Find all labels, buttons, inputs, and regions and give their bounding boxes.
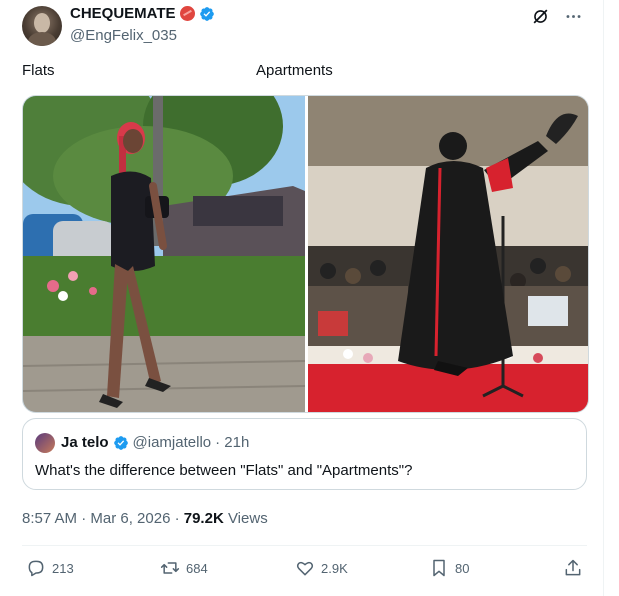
quoted-text: What's the difference between "Flats" an…: [35, 462, 413, 479]
ball-emoji-icon: [179, 6, 195, 21]
repost-button[interactable]: 684: [160, 558, 208, 578]
quoted-name[interactable]: Ja telo: [61, 434, 109, 451]
author-name-row: CHEQUEMATE: [70, 5, 215, 22]
share-icon: [565, 559, 581, 576]
divider: [22, 545, 587, 546]
quoted-avatar[interactable]: [35, 433, 55, 453]
photo-apartments[interactable]: [308, 96, 588, 412]
quoted-header: Ja telo @iamjatello · 21h: [61, 434, 249, 451]
reply-count: 213: [52, 560, 74, 576]
author-avatar[interactable]: [22, 6, 62, 46]
bookmark-count: 80: [455, 560, 470, 576]
author-name[interactable]: CHEQUEMATE: [70, 5, 176, 22]
author-handle[interactable]: @EngFelix_035: [70, 27, 177, 44]
like-icon: [296, 561, 314, 576]
verified-badge-icon: [113, 435, 128, 450]
bookmark-button[interactable]: 80: [429, 558, 469, 578]
media-grid: [22, 95, 589, 413]
grok-icon[interactable]: [531, 7, 550, 26]
quoted-handle[interactable]: @iamjatello: [133, 434, 212, 451]
post-timestamp[interactable]: 8:57 AM · Mar 6, 2026 ·: [22, 510, 180, 527]
action-bar: 213 684 2.9K 80: [22, 558, 587, 584]
like-button[interactable]: 2.9K: [295, 558, 348, 578]
like-count: 2.9K: [321, 560, 348, 576]
caption-flats: Flats: [22, 62, 55, 79]
photo-flats-illustration: [23, 96, 305, 412]
views-count: 79.2K: [183, 510, 224, 527]
photo-flats[interactable]: [23, 96, 305, 412]
post-meta: 8:57 AM · Mar 6, 2026 · 79.2K Views: [22, 510, 268, 527]
verified-badge-icon: [199, 6, 214, 21]
more-icon[interactable]: [564, 7, 583, 26]
caption-apartments: Apartments: [256, 62, 333, 79]
avatar-body: [28, 32, 56, 46]
repost-count: 684: [186, 560, 208, 576]
views-label: Views: [227, 510, 268, 527]
quoted-post[interactable]: Ja telo @iamjatello · 21h What's the dif…: [22, 418, 587, 490]
top-actions: [531, 7, 583, 26]
reply-icon: [28, 560, 44, 577]
photo-apartments-illustration: [308, 96, 588, 412]
bookmark-icon: [433, 559, 445, 577]
share-button[interactable]: [563, 558, 583, 578]
post-card: CHEQUEMATE @EngFelix_035 Flats Apartment…: [0, 0, 604, 596]
quoted-age: · 21h: [215, 434, 250, 451]
reply-button[interactable]: 213: [26, 558, 74, 578]
repost-icon: [160, 562, 180, 574]
avatar-face: [34, 13, 50, 33]
